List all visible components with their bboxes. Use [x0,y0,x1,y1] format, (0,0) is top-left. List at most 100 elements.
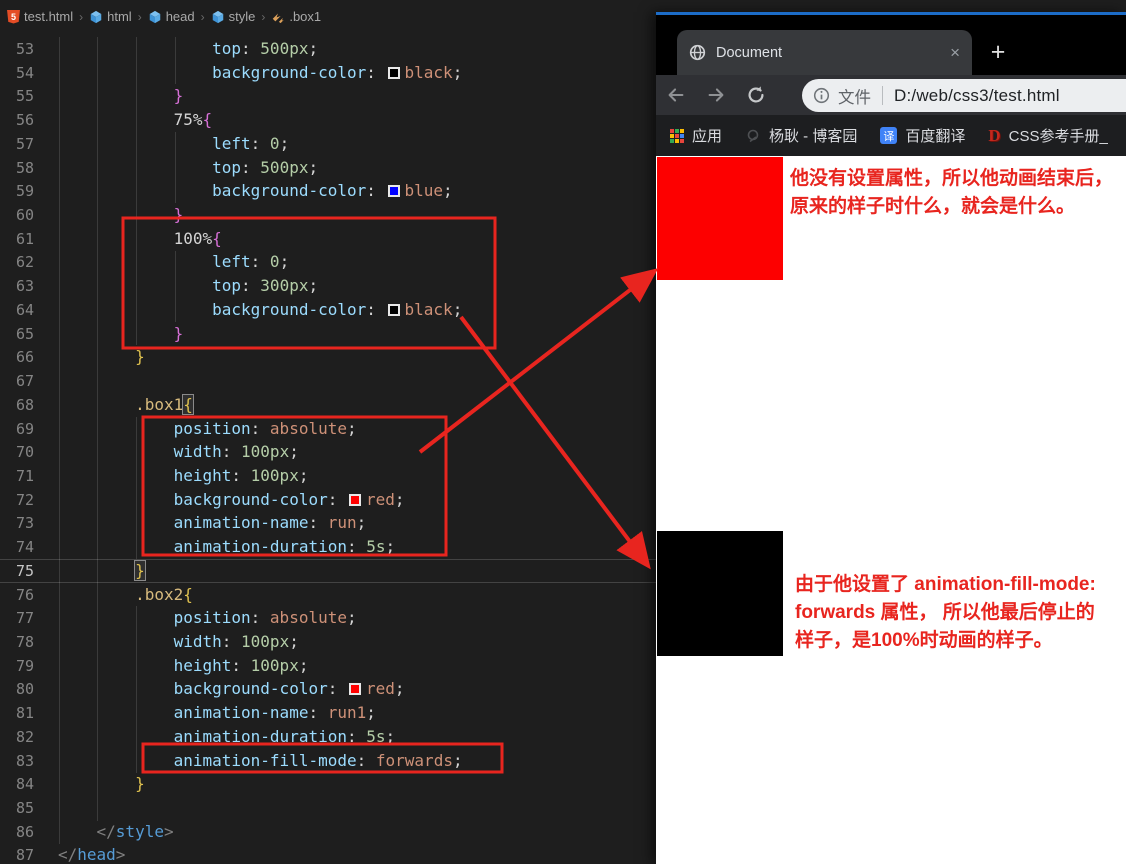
animated-box2-black [657,531,783,656]
page-viewport: 他没有设置属性，所以他动画结束后， 原来的样子时什么，就会是什么。 由于他设置了… [656,156,1126,864]
breadcrumb-file[interactable]: 5 test.html [7,9,73,24]
code-line-84[interactable]: 84 } [0,772,658,796]
color-swatch [387,303,400,316]
line-number: 61 [15,229,34,248]
symbol-cube-icon [212,10,223,23]
line-number: 67 [15,372,34,391]
breadcrumb-item-head[interactable]: head [148,9,195,24]
line-number: 56 [15,111,34,130]
code-line-80[interactable]: 80 background-color: red; [0,677,658,701]
forward-arrow-icon [708,88,724,102]
bookmarks-bar: 应用 杨耿 - 博客园 译 百度翻译 D CSS参考手册_ [656,115,1126,156]
code-line-65[interactable]: 65 } [0,322,658,346]
line-number: 83 [15,751,34,770]
address-prefix: 文件 [838,88,871,107]
symbol-cube-icon [149,10,160,23]
line-number: 57 [15,134,34,153]
code-line-74[interactable]: 74 animation-duration: 5s; [0,535,658,559]
new-tab-button[interactable]: + [984,39,1012,67]
reload-button[interactable] [736,75,776,115]
line-number: 53 [15,40,34,58]
back-arrow-icon [668,88,684,102]
code-line-72[interactable]: 72 background-color: red; [0,488,658,512]
line-number: 78 [15,632,34,651]
code-line-87[interactable]: 87 </head> [0,843,658,864]
annotation-note-2: 由于他设置了 animation-fill-mode: forwards 属性，… [795,574,1096,651]
forward-button[interactable] [696,75,736,115]
chrome-browser-window: Document × + 文件 D:/web/css3/test.html 应用… [656,12,1126,864]
bookmark-apps[interactable]: 应用 [670,125,722,146]
code-line-86[interactable]: 86 </style> [0,820,658,844]
line-number: 70 [15,443,34,462]
code-line-69[interactable]: 69 position: absolute; [0,417,658,441]
code-line-66[interactable]: 66 } [0,345,658,369]
code-line-79[interactable]: 79 height: 100px; [0,654,658,678]
line-number: 66 [15,348,34,367]
tab-close-icon[interactable]: × [950,43,960,63]
line-number: 73 [15,514,34,533]
code-line-76[interactable]: 76 .box2{ [0,583,658,607]
code-line-58[interactable]: 58 top: 500px; [0,156,658,180]
address-bar[interactable]: 文件 D:/web/css3/test.html [802,79,1126,112]
chevron-right-icon: › [137,9,142,24]
line-number: 75 [15,561,34,580]
code-line-59[interactable]: 59 background-color: blue; [0,179,658,203]
address-url: D:/web/css3/test.html [894,85,1060,105]
browser-tab-document[interactable]: Document × [677,30,972,75]
tab-title: Document [716,44,783,61]
color-swatch [348,493,361,506]
line-number: 76 [15,585,34,604]
code-line-82[interactable]: 82 animation-duration: 5s; [0,725,658,749]
code-line-83[interactable]: 83 animation-fill-mode: forwards; [0,749,658,773]
breadcrumb-file-label: test.html [24,9,74,24]
breadcrumb-item-box1[interactable]: .box1 [271,9,321,24]
code-line-77[interactable]: 77 position: absolute; [0,606,658,630]
line-number: 81 [15,704,34,723]
code-line-54[interactable]: 54 background-color: black; [0,61,658,85]
code-line-75[interactable]: 75 } [0,559,658,583]
vscode-editor: 5 test.html › html › head › style › .box… [0,0,658,864]
line-number: 87 [15,846,34,864]
code-line-53[interactable]: 53 top: 500px; [0,37,658,61]
reload-icon [748,86,764,103]
breadcrumb: 5 test.html › html › head › style › .box… [0,0,658,33]
code-line-62[interactable]: 62 left: 0; [0,250,658,274]
chevron-right-icon: › [200,9,205,24]
bookmark-baidu-translate[interactable]: 译 百度翻译 [880,125,965,146]
html5-file-icon: 5 [7,9,20,24]
code-line-60[interactable]: 60 } [0,203,658,227]
code-line-73[interactable]: 73 animation-name: run; [0,511,658,535]
browser-titlebar: Document × + [656,15,1126,75]
line-number: 64 [15,300,34,319]
color-swatch [348,683,361,696]
code-line-64[interactable]: 64 background-color: black; [0,298,658,322]
code-line-67[interactable]: 67 [0,369,658,393]
animated-box1-red [657,157,783,280]
code-line-81[interactable]: 81 animation-name: run1; [0,701,658,725]
breadcrumb-item-style[interactable]: style [211,9,255,24]
color-swatch [387,66,400,79]
d-logo-icon: D [988,125,1001,145]
code-line-56[interactable]: 56 75%{ [0,108,658,132]
line-number: 54 [15,63,34,82]
address-divider [882,86,883,105]
back-button[interactable] [656,75,696,115]
code-line-55[interactable]: 55 } [0,84,658,108]
line-number: 72 [15,490,34,509]
screenshot-root: 5 test.html › html › head › style › .box… [0,0,1126,864]
line-number: 55 [15,87,34,106]
code-line-57[interactable]: 57 left: 0; [0,132,658,156]
code-line-63[interactable]: 63 top: 300px; [0,274,658,298]
code-line-85[interactable]: 85 [0,796,658,820]
code-line-78[interactable]: 78 width: 100px; [0,630,658,654]
code-line-61[interactable]: 61 100%{ [0,227,658,251]
line-number: 65 [15,324,34,343]
bookmark-css-reference[interactable]: D CSS参考手册_ [988,125,1107,146]
code-line-70[interactable]: 70 width: 100px; [0,440,658,464]
code-line-68[interactable]: 68 .box1{ [0,393,658,417]
code-editor-area[interactable]: 53 top: 500px; 54 background-color: black… [0,37,658,864]
breadcrumb-item-html[interactable]: html [89,9,132,24]
bookmark-blog[interactable]: 杨耿 - 博客园 [745,125,857,146]
line-number: 82 [15,727,34,746]
code-line-71[interactable]: 71 height: 100px; [0,464,658,488]
